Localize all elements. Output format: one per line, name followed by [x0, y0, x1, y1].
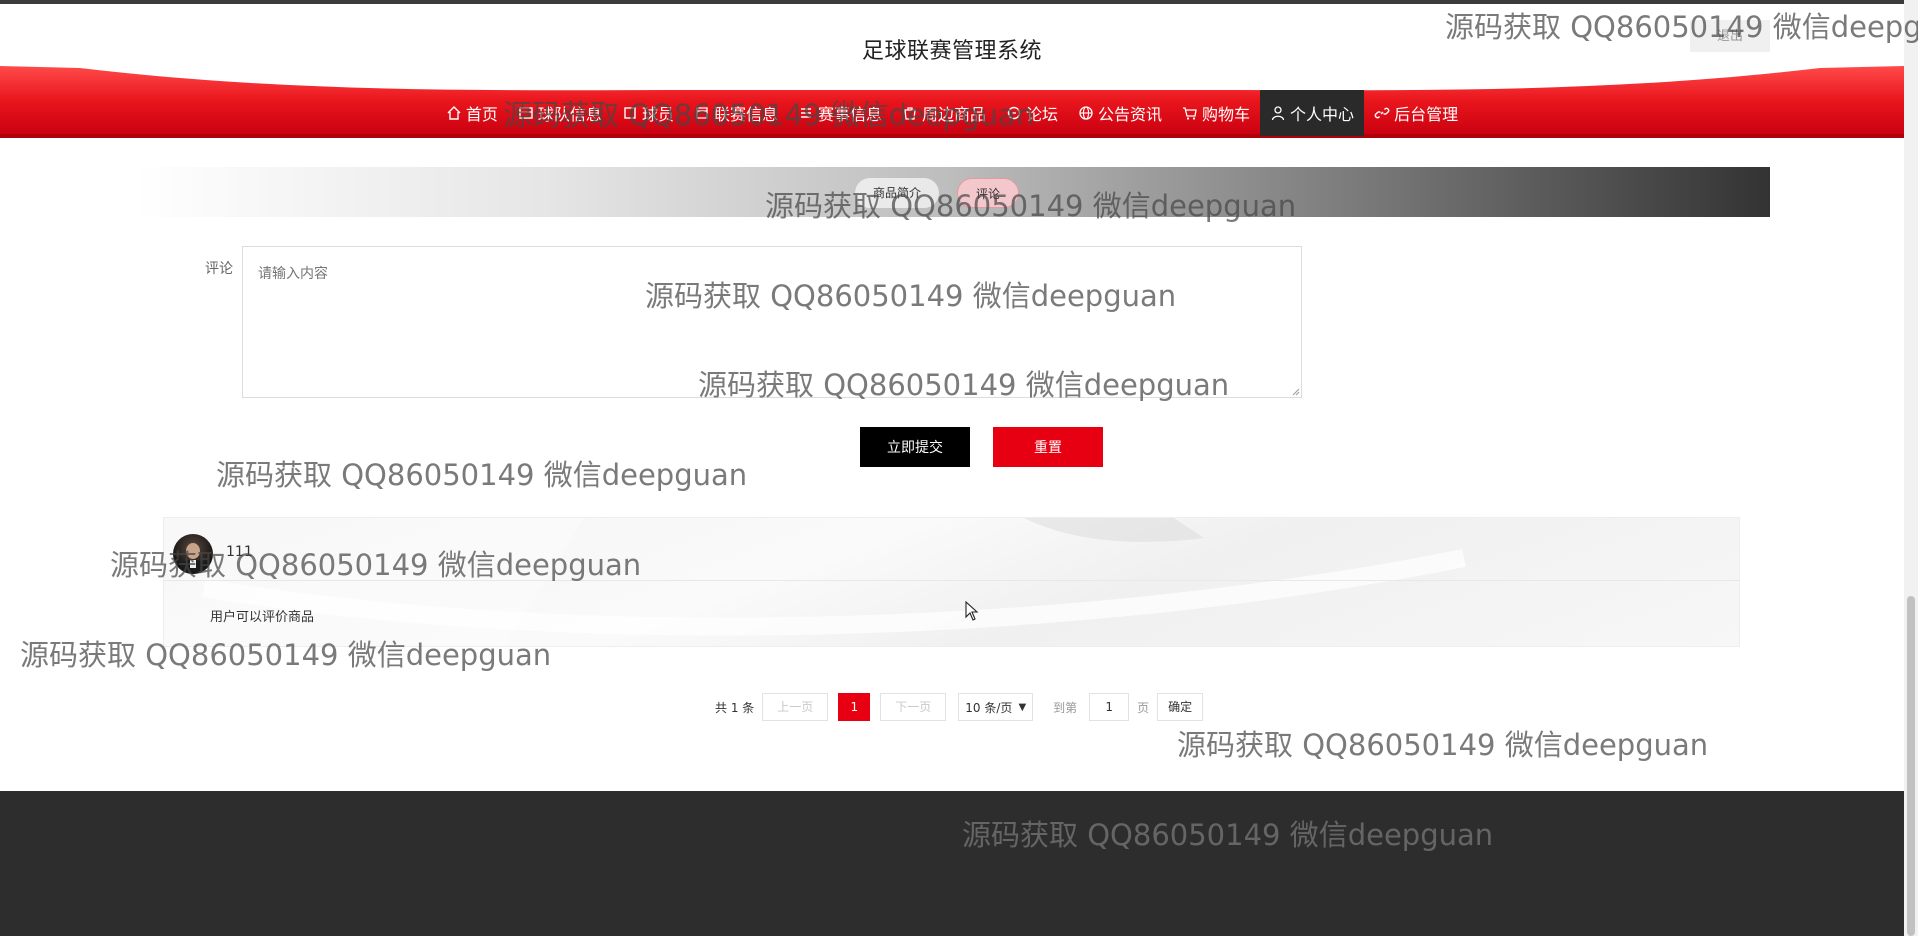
comment-label: 评论 — [205, 261, 233, 277]
team-icon — [519, 107, 533, 119]
page-suffix: 页 — [1137, 700, 1150, 715]
nav-item-goods[interactable]: 周边商品 — [892, 90, 996, 136]
comment-card — [163, 517, 1740, 647]
nav-item-label: 周边商品 — [921, 105, 986, 124]
match-icon — [800, 108, 811, 118]
nav-item-cart[interactable]: 购物车 — [1172, 90, 1260, 136]
goto-confirm-button[interactable]: 确定 — [1157, 693, 1204, 721]
resize-handle-icon[interactable] — [1290, 386, 1300, 396]
scrollbar-thumb[interactable] — [1907, 596, 1915, 936]
forum-icon — [1007, 106, 1021, 120]
detail-tabs: 商品简介 评论 — [855, 178, 1020, 208]
comment-text: 用户可以评价商品 — [210, 610, 315, 625]
tab-comments[interactable]: 评论 — [957, 178, 1020, 208]
nav-item-profile[interactable]: 个人中心 — [1260, 90, 1365, 136]
avatar — [173, 534, 213, 574]
chevron-down-icon: ▼ — [1018, 701, 1027, 713]
watermark: 源码获取 QQ86050149 微信deepguan — [1177, 728, 1709, 762]
nav-item-admin[interactable]: 后台管理 — [1364, 90, 1468, 136]
goto-label: 到第 — [1053, 700, 1078, 715]
home-icon — [447, 106, 461, 120]
nav-item-players[interactable]: 球员 — [612, 90, 684, 136]
goto-page-input[interactable]: 1 — [1089, 693, 1130, 721]
comment-textarea[interactable] — [242, 246, 1302, 398]
divider — [163, 580, 1740, 581]
link-icon — [1374, 107, 1390, 119]
league-icon — [696, 107, 708, 119]
main-nav: 首页 球队信息 球员 联赛信息 赛事信息 周边商品 论坛 公告资讯 购物车 个人… — [0, 90, 1904, 136]
nav-item-label: 购物车 — [1202, 105, 1251, 124]
nav-item-label: 公告资讯 — [1098, 105, 1163, 124]
nav-item-forum[interactable]: 论坛 — [996, 90, 1068, 136]
page: 足球联赛管理系统 退出 首页 球队信息 球员 联赛信息 赛事信息 周边商品 论坛… — [0, 0, 1918, 936]
nav-item-news[interactable]: 公告资讯 — [1068, 90, 1172, 136]
player-icon — [624, 107, 636, 119]
nav-item-label: 联赛信息 — [713, 105, 778, 124]
nav-item-label: 球队信息 — [537, 105, 602, 124]
prev-page-button[interactable]: 上一页 — [762, 693, 829, 721]
nav-item-label: 首页 — [465, 105, 498, 124]
watermark: 源码获取 QQ86050149 微信deepguan — [216, 458, 748, 492]
nav-item-label: 球员 — [641, 105, 674, 124]
nav-item-label: 赛事信息 — [817, 105, 882, 124]
nav-item-matches[interactable]: 赛事信息 — [788, 90, 892, 136]
page-size-select[interactable]: 10 条/页 ▼ — [958, 693, 1034, 721]
pagination: 共 1 条 上一页 1 下一页 10 条/页 ▼ 到第 1 页 确定 — [715, 693, 1204, 721]
card-decoration — [164, 518, 1466, 646]
nav-item-teams[interactable]: 球队信息 — [508, 90, 612, 136]
user-icon — [1271, 106, 1285, 121]
nav-item-label: 个人中心 — [1290, 105, 1355, 124]
comment-username: 111 — [226, 544, 253, 560]
nav-item-label: 论坛 — [1026, 105, 1059, 124]
page-number-current[interactable]: 1 — [838, 693, 871, 721]
pagination-total: 共 1 条 — [715, 700, 755, 715]
nav-item-label: 后台管理 — [1394, 105, 1459, 124]
globe-icon — [1079, 106, 1093, 120]
nav-item-leagues[interactable]: 联赛信息 — [684, 90, 788, 136]
reset-button[interactable]: 重置 — [993, 427, 1103, 467]
cart-icon — [1183, 107, 1197, 120]
top-border — [0, 0, 1918, 4]
mouse-cursor-icon — [965, 601, 979, 621]
page-size-value: 10 条/页 — [965, 700, 1013, 715]
tab-description[interactable]: 商品简介 — [855, 178, 940, 208]
next-page-button[interactable]: 下一页 — [880, 693, 947, 721]
logout-button[interactable]: 退出 — [1690, 20, 1770, 52]
site-title: 足球联赛管理系统 — [861, 39, 1042, 64]
goods-icon — [904, 107, 916, 120]
footer — [0, 791, 1904, 936]
submit-button[interactable]: 立即提交 — [860, 427, 970, 467]
nav-item-home[interactable]: 首页 — [436, 90, 508, 136]
